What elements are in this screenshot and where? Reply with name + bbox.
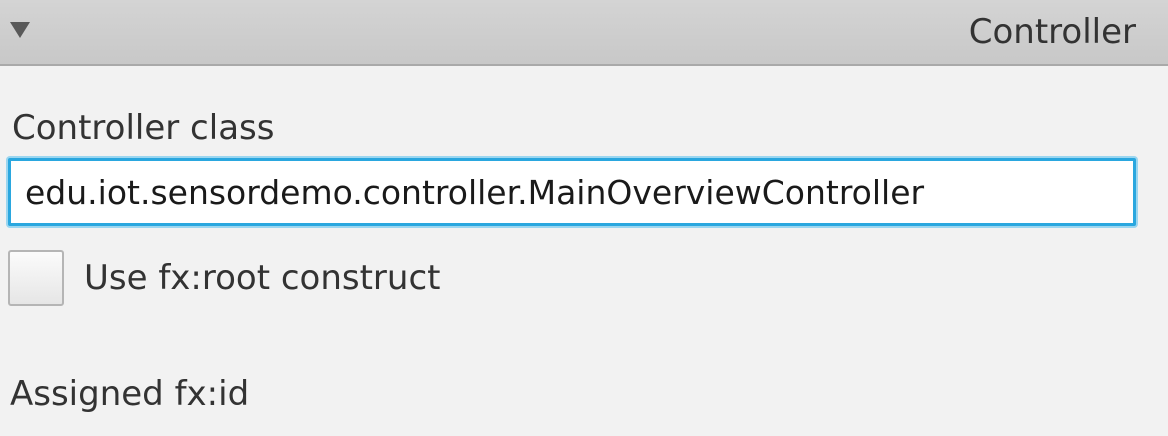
fx-root-checkbox-label[interactable]: Use fx:root construct — [84, 256, 441, 300]
controller-class-input[interactable] — [8, 158, 1136, 226]
assigned-fx-id-label: Assigned fx:id — [10, 374, 250, 414]
section-title: Controller — [968, 12, 1136, 52]
fx-root-checkbox[interactable] — [8, 250, 64, 306]
controller-section-header[interactable]: Controller — [0, 0, 1168, 66]
controller-panel: Controller Controller class Use fx:root … — [0, 0, 1168, 436]
triangle-down-icon[interactable] — [10, 22, 30, 38]
controller-class-label: Controller class — [12, 108, 275, 148]
